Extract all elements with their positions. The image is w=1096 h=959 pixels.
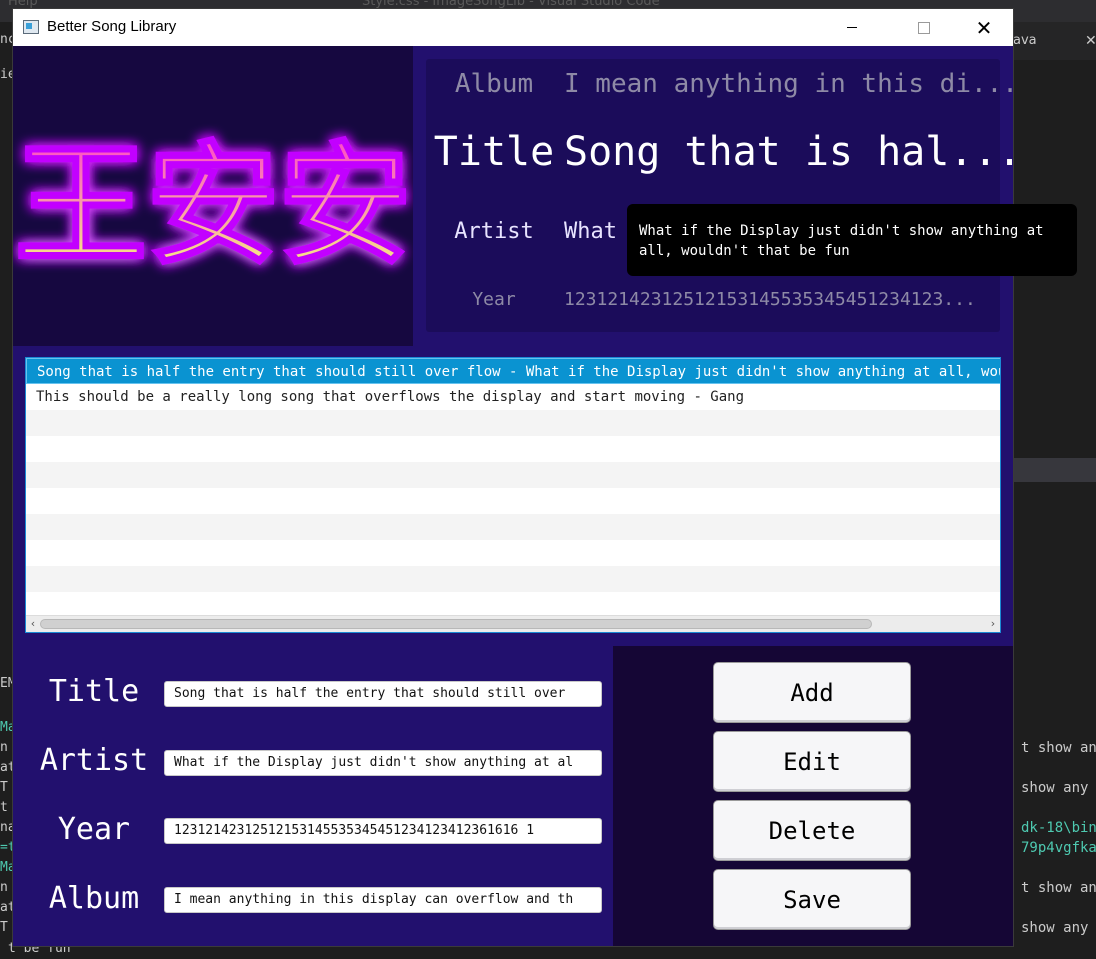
artist-tooltip: What if the Display just didn't show any… [627, 204, 1077, 276]
horizontal-scrollbar[interactable]: ‹ › [26, 615, 1000, 632]
fragment: T [0, 780, 8, 795]
fragment: t [0, 800, 8, 815]
scroll-right-icon[interactable]: › [986, 616, 1000, 632]
song-display-panel: Album I mean anything in this di... Titl… [426, 59, 1022, 332]
song-list-item-selected[interactable]: Song that is half the entry that should … [26, 358, 1000, 384]
edit-button[interactable]: Edit [713, 731, 911, 792]
display-album-label: Album [454, 69, 534, 99]
artist-input[interactable]: What if the Display just didn't show any… [164, 750, 602, 776]
display-year-label: Year [472, 289, 516, 310]
background-menu-help: Help [8, 0, 38, 9]
display-artist-value[interactable]: What [564, 219, 617, 244]
background-tab-close-icon[interactable]: ✕ [1085, 33, 1096, 49]
close-button[interactable]: ✕ [961, 9, 1007, 46]
song-list-item[interactable]: This should be a really long song that o… [26, 384, 1000, 410]
song-list[interactable]: Song that is half the entry that should … [25, 357, 1001, 633]
album-cover: 王安安 [13, 46, 413, 346]
add-button[interactable]: Add [713, 662, 911, 723]
fragment: 79p4vgfka5 [1021, 840, 1096, 856]
fragment: t show any [1021, 740, 1096, 756]
close-icon: ✕ [975, 15, 993, 40]
minimize-button[interactable] [829, 9, 875, 46]
delete-button[interactable]: Delete [713, 800, 911, 861]
album-input[interactable]: I mean anything in this display can over… [164, 887, 602, 913]
song-list-empty-row [26, 488, 1000, 514]
scroll-left-icon[interactable]: ‹ [26, 616, 40, 632]
fragment: n [0, 740, 8, 755]
song-list-empty-row [26, 410, 1000, 436]
display-album-value: I mean anything in this di... [564, 69, 1018, 99]
background-window-title: Style.css - ImageSongLib - Visual Studio… [362, 0, 660, 9]
song-list-empty-row [26, 514, 1000, 540]
window-title: Better Song Library [47, 18, 177, 35]
title-input[interactable]: Song that is half the entry that should … [164, 681, 602, 707]
display-title-label: Title [433, 129, 555, 175]
song-list-empty-row [26, 462, 1000, 488]
form-title-label: Title [48, 674, 140, 709]
fragment: show any [1021, 780, 1089, 796]
song-edit-form: Title Song that is half the entry that s… [13, 646, 613, 946]
form-year-label: Year [57, 812, 131, 847]
title-bar[interactable]: Better Song Library ✕ [13, 9, 1013, 46]
action-button-panel: Add Edit Delete Save [613, 646, 1013, 946]
app-icon [23, 20, 39, 34]
fragment: show any [1021, 920, 1089, 936]
background-bottom-text: t be fun [0, 941, 1096, 959]
album-cover-art: 王安安 [14, 128, 413, 285]
song-list-empty-row [26, 436, 1000, 462]
maximize-icon [918, 21, 930, 34]
song-list-empty-row [26, 566, 1000, 592]
background-left-fragments: nc ie EM Ma n at T t na =t Ma n at T [0, 22, 16, 959]
minimize-icon [847, 27, 857, 28]
form-artist-label: Artist [39, 743, 149, 778]
fragment: n [0, 880, 8, 895]
fragment: T [0, 920, 8, 935]
display-title-value: Song that is hal... [564, 129, 1022, 175]
scrollbar-thumb[interactable] [40, 619, 872, 629]
display-year-value: 12312142312512153145535345451234123... [564, 289, 976, 310]
cover-artwork-text: 王安安 [15, 129, 411, 283]
fragment: dk-18\bin\ [1021, 820, 1096, 836]
maximize-button[interactable] [901, 9, 947, 46]
app-window: Better Song Library ✕ 王安安 Album I mean a… [13, 9, 1077, 946]
app-content: 王安安 Album I mean anything in this di... … [13, 46, 1077, 946]
form-album-label: Album [48, 881, 140, 916]
fragment: t show any [1021, 880, 1096, 896]
song-list-empty-row [26, 540, 1000, 566]
background-right-fragments: t show any show any dk-18\bin\ 79p4vgfka… [1013, 60, 1096, 959]
save-button[interactable]: Save [713, 869, 911, 930]
display-artist-label: Artist [454, 219, 534, 244]
year-input[interactable]: 1231214231251215314553534545123412341236… [164, 818, 602, 844]
background-tab[interactable]: ava [1013, 33, 1037, 48]
